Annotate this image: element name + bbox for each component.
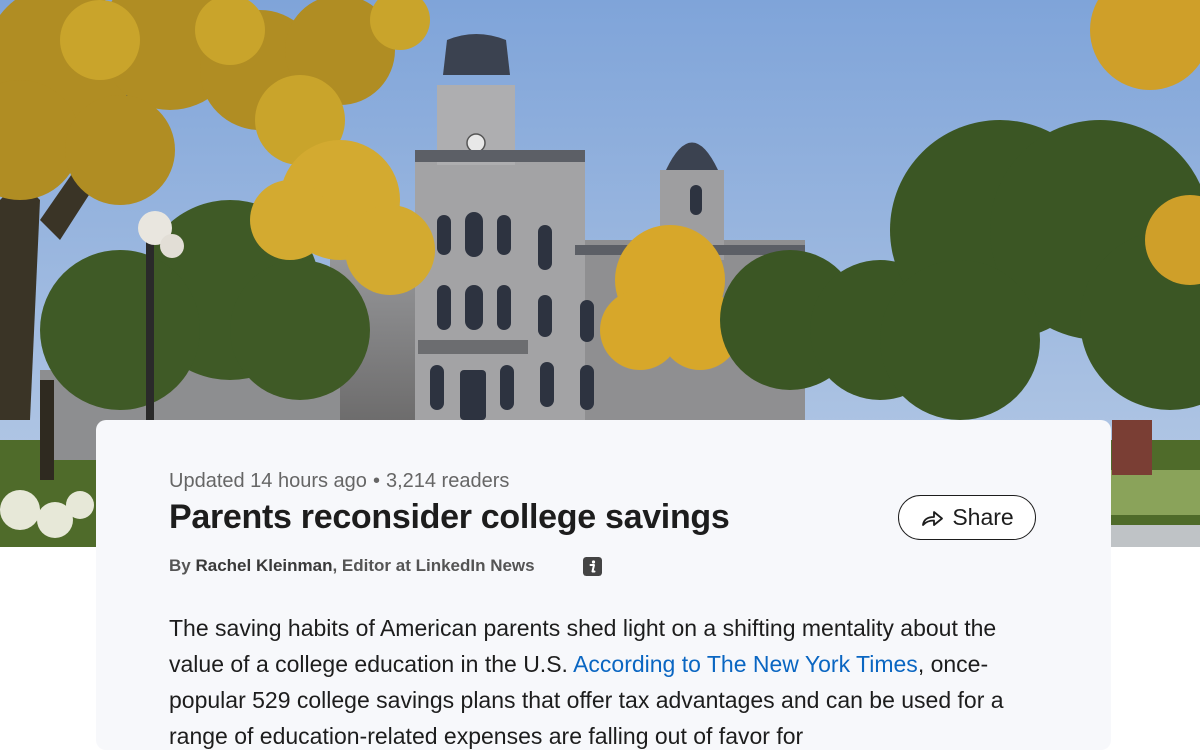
nyt-source-link[interactable]: According to The New York Times xyxy=(573,651,918,677)
share-label: Share xyxy=(952,504,1014,530)
share-arrow-icon xyxy=(922,510,944,526)
reader-count: 3,214 readers xyxy=(385,470,510,492)
meta-separator: • xyxy=(372,470,380,492)
author-name[interactable]: Rachel Kleinman xyxy=(195,556,332,575)
author-role: , Editor at LinkedIn News xyxy=(332,556,535,575)
article-meta: Updated 14 hours ago • 3,214 readers xyxy=(169,470,509,493)
info-icon[interactable] xyxy=(583,557,602,576)
article-title: Parents reconsider college savings xyxy=(169,498,730,536)
updated-time: Updated 14 hours ago xyxy=(169,470,367,492)
article-body: The saving habits of American parents sh… xyxy=(169,610,1039,754)
article-card: Updated 14 hours ago • 3,214 readers Paren… xyxy=(96,420,1111,750)
byline: By Rachel Kleinman, Editor at LinkedIn N… xyxy=(169,556,535,576)
share-button[interactable]: Share xyxy=(898,495,1036,540)
byline-prefix: By xyxy=(169,556,191,575)
